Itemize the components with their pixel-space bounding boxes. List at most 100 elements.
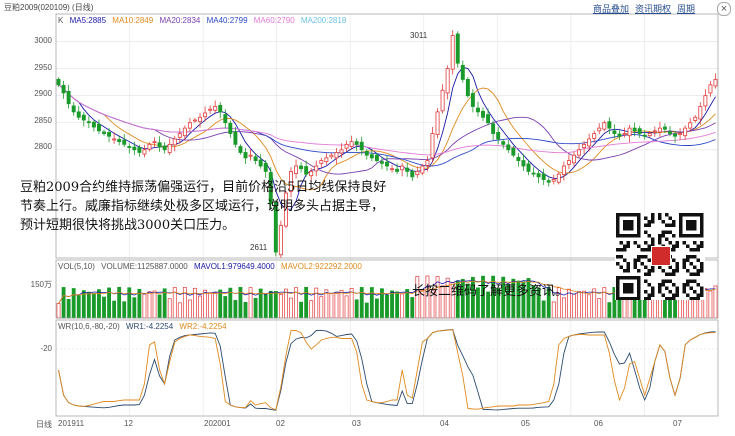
qr-module — [651, 293, 655, 297]
info-options-button[interactable]: 资讯期权 — [635, 2, 671, 15]
qr-module — [675, 244, 679, 248]
qr-module — [675, 293, 679, 297]
qr-module — [644, 297, 648, 301]
qr-logo-icon — [651, 246, 671, 266]
candle-body — [678, 133, 683, 136]
qr-module — [668, 216, 672, 220]
qr-module — [686, 279, 690, 283]
commodity-overlay-button[interactable]: 商品叠加 — [593, 2, 629, 15]
volume-bar — [577, 291, 581, 319]
qr-module — [686, 258, 690, 262]
candle-body — [86, 121, 91, 124]
candle-body — [228, 122, 233, 134]
low-price-label: 2611 — [250, 243, 268, 252]
qr-module — [658, 286, 662, 290]
volume-bar — [309, 300, 314, 319]
volume-bar — [324, 289, 329, 319]
qr-module — [661, 269, 665, 273]
volume-bar — [551, 301, 556, 319]
candle-body — [152, 141, 157, 144]
qr-module — [647, 293, 651, 297]
qr-module — [619, 248, 623, 252]
candle-body — [142, 149, 147, 155]
candle-body — [668, 131, 672, 134]
candle-body — [369, 154, 374, 159]
candle-body — [561, 165, 566, 176]
candle-body — [642, 134, 647, 137]
volume-bar — [582, 290, 587, 319]
qr-module — [661, 293, 665, 297]
wr-indicator-label: WR(10,6,-80,-20) — [58, 322, 120, 331]
candle-body — [657, 127, 662, 133]
qr-module — [616, 262, 620, 266]
price-y-tick: 2950 — [34, 63, 52, 72]
qr-module — [672, 248, 676, 252]
qr-code[interactable] — [615, 212, 705, 301]
volume-bar — [268, 290, 273, 319]
volume-bar — [673, 298, 677, 319]
qr-module — [672, 244, 676, 248]
qr-module — [693, 279, 697, 283]
qr-module — [672, 272, 676, 276]
volume-bar — [304, 286, 309, 319]
candle-body — [324, 157, 329, 163]
qr-module — [696, 283, 700, 287]
qr-module — [644, 230, 648, 234]
candle-body — [167, 143, 172, 153]
volume-bar — [587, 294, 592, 319]
qr-module — [682, 265, 686, 269]
candle-body — [703, 95, 708, 107]
candle-body — [253, 156, 258, 161]
qr-module — [658, 241, 662, 245]
candle-body — [577, 149, 581, 156]
x-axis-label: 12 — [124, 419, 133, 428]
qr-module — [672, 293, 676, 297]
qr-module — [693, 297, 697, 301]
candle-body — [662, 126, 667, 130]
analysis-text: 豆粕2009合约维持振荡偏强运行，目前价格沿5日均线保持良好节奏上行。威廉指标继… — [20, 180, 387, 233]
period-button[interactable]: 周期 — [677, 2, 695, 15]
volume-bar — [299, 301, 304, 319]
candle-body — [435, 111, 440, 136]
price-y-tick: 2850 — [34, 116, 52, 125]
ma60-legend: MA60:2790 — [253, 16, 295, 25]
candle-body — [566, 160, 571, 165]
volume-bar — [81, 290, 86, 319]
qr-module — [700, 293, 704, 297]
qr-module — [689, 262, 693, 266]
qr-finder — [623, 283, 634, 294]
candle-body — [81, 114, 86, 121]
qr-module — [665, 272, 669, 276]
candle-body — [329, 154, 334, 158]
volume-bar — [127, 287, 132, 319]
qr-module — [644, 255, 648, 259]
wr-lines — [58, 329, 716, 411]
qr-module — [675, 290, 679, 294]
qr-module — [696, 258, 700, 262]
window-title: 豆粕2009(020109) (日线) — [4, 3, 94, 12]
qr-module — [633, 241, 637, 245]
volume-bar — [592, 288, 597, 319]
qr-module — [658, 265, 662, 269]
qr-module — [693, 290, 697, 294]
candle-body — [592, 133, 597, 139]
qr-module — [661, 279, 665, 283]
candle-body — [304, 166, 309, 175]
qr-module — [682, 283, 686, 287]
qr-module — [633, 258, 637, 262]
qr-module — [693, 248, 697, 252]
close-icon[interactable]: × — [717, 2, 731, 16]
qr-module — [700, 286, 704, 290]
volume-bar — [56, 303, 61, 319]
volume-bar — [102, 296, 106, 319]
qr-module — [689, 248, 693, 252]
qr-module — [682, 262, 686, 266]
candle-body — [364, 150, 369, 156]
ma10-legend: MA10:2849 — [112, 16, 154, 25]
volume-bar — [223, 296, 228, 319]
candle-body — [496, 132, 501, 140]
candle-body — [177, 133, 182, 138]
candle-body — [481, 110, 485, 118]
qr-module — [644, 216, 648, 220]
qr-module — [689, 279, 693, 283]
